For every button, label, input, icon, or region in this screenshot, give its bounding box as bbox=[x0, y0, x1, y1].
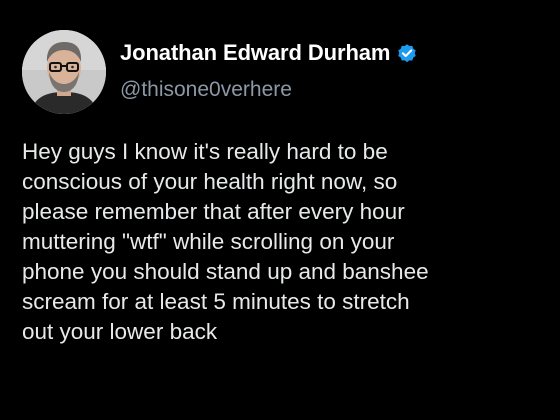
author-display-name[interactable]: Jonathan Edward Durham bbox=[120, 40, 391, 66]
tweet-text-line: please remember that after every hour bbox=[22, 199, 405, 224]
verified-badge-icon[interactable] bbox=[396, 42, 418, 64]
tweet-card: Jonathan Edward Durham @thisone0verhere … bbox=[0, 0, 560, 420]
tweet-text-line: conscious of your health right now, so bbox=[22, 169, 398, 194]
profile-photo bbox=[22, 30, 106, 114]
author-handle[interactable]: @thisone0verhere bbox=[120, 78, 292, 102]
author-name-row: Jonathan Edward Durham bbox=[120, 40, 418, 66]
avatar[interactable] bbox=[22, 30, 106, 114]
tweet-text-line: scream for at least 5 minutes to stretch bbox=[22, 289, 410, 314]
tweet-text-line: muttering "wtf" while scrolling on your bbox=[22, 229, 395, 254]
tweet-text-line: phone you should stand up and banshee bbox=[22, 259, 429, 284]
tweet-text: Hey guys I know it's really hard to be c… bbox=[22, 137, 547, 347]
tweet-text-line: out your lower back bbox=[22, 319, 218, 344]
tweet-text-line: Hey guys I know it's really hard to be bbox=[22, 139, 388, 164]
